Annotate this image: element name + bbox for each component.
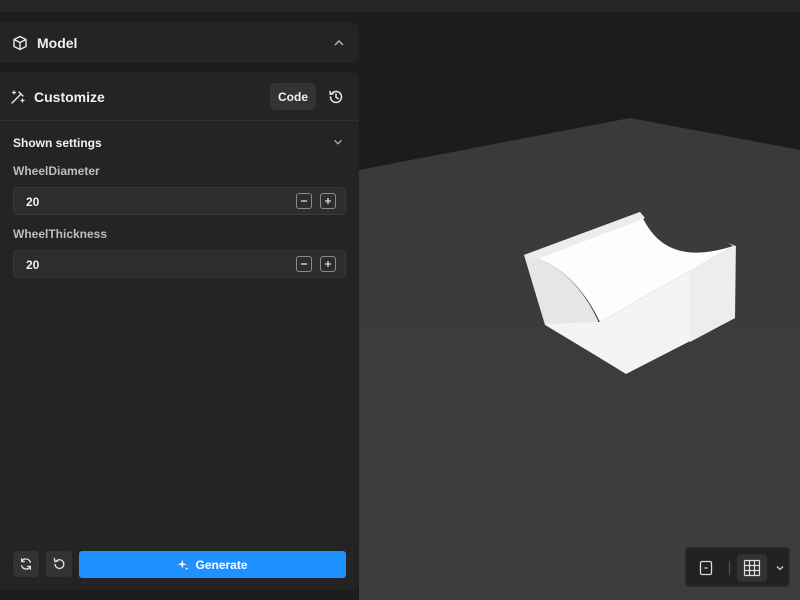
view-options-dropdown[interactable] bbox=[772, 554, 788, 582]
wheel-thickness-decrement-button[interactable] bbox=[296, 256, 312, 272]
history-icon bbox=[329, 90, 343, 104]
chevron-down-icon bbox=[776, 566, 784, 571]
sparkle-icon bbox=[178, 559, 189, 570]
grid-toggle-button[interactable] bbox=[737, 554, 767, 582]
customize-panel: Customize Code Shown settings WheelDiame… bbox=[0, 72, 359, 590]
customize-header: Customize Code bbox=[0, 72, 359, 121]
model-panel-header[interactable]: Model bbox=[12, 22, 77, 63]
grid-icon bbox=[743, 559, 761, 577]
camera-frame-icon bbox=[699, 560, 713, 576]
magic-wand-icon bbox=[11, 89, 25, 104]
wheel-thickness-increment-button[interactable] bbox=[320, 256, 336, 272]
model-panel: Model bbox=[0, 22, 359, 63]
param-label-wheel-diameter: WheelDiameter bbox=[13, 164, 100, 178]
generate-label: Generate bbox=[195, 557, 248, 572]
camera-frame-button[interactable] bbox=[691, 554, 721, 582]
refresh-icon bbox=[20, 558, 32, 570]
wheel-thickness-value: 20 bbox=[26, 258, 40, 272]
reset-button[interactable] bbox=[46, 551, 72, 577]
wheel-diameter-decrement-button[interactable] bbox=[296, 193, 312, 209]
wheel-diameter-increment-button[interactable] bbox=[320, 193, 336, 209]
code-button[interactable]: Code bbox=[270, 83, 316, 110]
ground-plane bbox=[359, 118, 800, 600]
shown-settings-label: Shown settings bbox=[13, 136, 102, 150]
view-controls bbox=[685, 547, 790, 587]
minus-icon bbox=[301, 200, 307, 202]
chevron-up-icon[interactable] bbox=[331, 35, 347, 51]
wheel-diameter-value: 20 bbox=[26, 195, 40, 209]
customize-title: Customize bbox=[34, 88, 105, 105]
chevron-down-icon bbox=[334, 139, 342, 145]
cube-icon bbox=[13, 35, 27, 50]
generate-button[interactable]: Generate bbox=[79, 551, 346, 578]
plus-icon bbox=[325, 261, 331, 267]
plus-icon bbox=[325, 198, 331, 204]
shown-settings-toggle[interactable]: Shown settings bbox=[13, 134, 347, 152]
undo-icon bbox=[53, 557, 65, 570]
minus-icon bbox=[301, 263, 307, 265]
history-button[interactable] bbox=[324, 85, 348, 109]
view-controls-divider bbox=[729, 561, 730, 575]
model-panel-title: Model bbox=[37, 34, 78, 51]
refresh-button[interactable] bbox=[13, 551, 39, 577]
param-label-wheel-thickness: WheelThickness bbox=[13, 227, 108, 241]
wheel-diameter-input[interactable]: 20 bbox=[13, 187, 346, 215]
top-bar bbox=[0, 0, 800, 12]
wheel-thickness-input[interactable]: 20 bbox=[13, 250, 346, 278]
